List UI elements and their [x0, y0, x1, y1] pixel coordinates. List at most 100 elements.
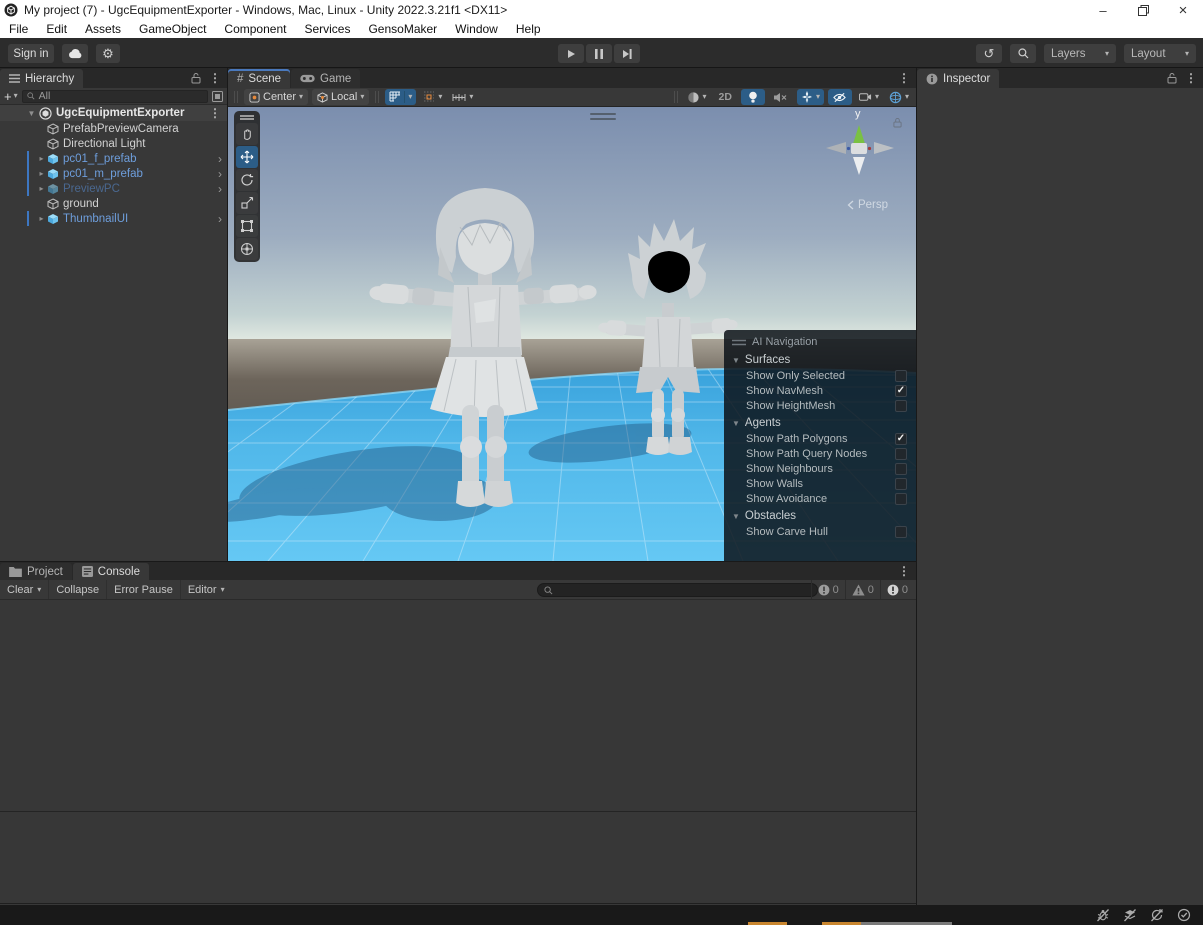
transform-tool[interactable] [236, 238, 258, 260]
kebab-menu-icon[interactable]: ⋮ [898, 71, 910, 85]
checkbox[interactable]: ✓ [895, 433, 907, 445]
nav-option-row[interactable]: Show Only Selected✓ [724, 368, 916, 383]
menu-window[interactable]: Window [446, 20, 507, 38]
kebab-menu-icon[interactable]: ⋮ [1185, 71, 1197, 85]
menu-component[interactable]: Component [215, 20, 295, 38]
foldout-closed-icon[interactable]: ▸ [36, 169, 47, 178]
error-pause-button[interactable]: Error Pause [107, 580, 181, 599]
expand-chevron-icon[interactable]: › [218, 183, 222, 195]
rect-tool[interactable] [236, 215, 258, 237]
tab-project[interactable]: Project [0, 563, 72, 580]
hierarchy-row[interactable]: ▸ pc01_m_prefab › [0, 166, 227, 181]
lock-icon[interactable] [191, 72, 201, 84]
nav-option-row[interactable]: Show HeightMesh✓ [724, 398, 916, 413]
auto-refresh-disabled-icon[interactable] [1148, 907, 1166, 923]
shading-mode-dropdown[interactable]: ▾ [684, 89, 710, 105]
error-counter[interactable]: 0 [880, 580, 914, 599]
kebab-menu-icon[interactable]: ⋮ [209, 106, 221, 120]
foldout-closed-icon[interactable]: ▸ [36, 184, 47, 193]
gizmo-lock-icon[interactable] [893, 117, 902, 128]
services-settings-button[interactable]: ⚙ [96, 44, 120, 63]
foldout-closed-icon[interactable]: ▸ [36, 154, 47, 163]
hierarchy-row[interactable]: ▸ PrefabPreviewCamera › [0, 121, 227, 136]
rotate-tool[interactable] [236, 169, 258, 191]
layout-dropdown[interactable]: Layout▾ [1124, 44, 1196, 63]
cache-server-disabled-icon[interactable] [1121, 907, 1139, 923]
checkbox[interactable]: ✓ [895, 493, 907, 505]
nav-option-row[interactable]: Show Path Polygons✓ [724, 431, 916, 446]
move-tool[interactable] [236, 146, 258, 168]
audio-toggle[interactable] [769, 89, 793, 105]
menu-edit[interactable]: Edit [37, 20, 76, 38]
camera-overlay-dropdown[interactable]: ▾ [856, 89, 882, 105]
editor-dropdown[interactable]: Editor ▾ [181, 580, 232, 599]
projection-mode-label[interactable]: Persp [847, 199, 888, 211]
lock-icon[interactable] [1167, 72, 1177, 84]
menu-services[interactable]: Services [295, 20, 359, 38]
nav-option-row[interactable]: Show Avoidance✓ [724, 491, 916, 506]
checkbox[interactable]: ✓ [895, 526, 907, 538]
menu-file[interactable]: File [0, 20, 37, 38]
foldout-open-icon[interactable]: ▼ [26, 109, 37, 118]
console-search-input[interactable] [537, 583, 818, 597]
collapse-button[interactable]: Collapse [49, 580, 107, 599]
hierarchy-row[interactable]: ▸ Directional Light › [0, 136, 227, 151]
clear-button[interactable]: Clear ▾ [0, 580, 49, 599]
obstacles-section-header[interactable]: ▼Obstacles [724, 506, 916, 524]
nav-option-row[interactable]: Show Walls✓ [724, 476, 916, 491]
drag-grip[interactable] [674, 91, 678, 103]
debugger-detached-icon[interactable] [1094, 907, 1112, 923]
expand-chevron-icon[interactable]: › [218, 213, 222, 225]
chevron-down-icon[interactable]: ▾ [438, 93, 442, 101]
menu-help[interactable]: Help [507, 20, 550, 38]
hierarchy-row[interactable]: ▸ pc01_f_prefab › [0, 151, 227, 166]
layers-dropdown[interactable]: Layers▾ [1044, 44, 1116, 63]
drag-grip[interactable] [375, 91, 379, 103]
chevron-down-icon[interactable]: ▾ [408, 93, 412, 101]
checkbox[interactable]: ✓ [895, 478, 907, 490]
nav-option-row[interactable]: Show Carve Hull✓ [724, 524, 916, 539]
hierarchy-row[interactable]: ▸ ThumbnailUI › [0, 211, 227, 226]
console-detail-area[interactable] [0, 812, 916, 904]
nav-option-row[interactable]: Show Path Query Nodes✓ [724, 446, 916, 461]
chevron-down-icon[interactable]: ▾ [469, 93, 473, 101]
hierarchy-search-input[interactable]: All [22, 90, 208, 103]
surfaces-section-header[interactable]: ▼Surfaces [724, 350, 916, 368]
checkbox[interactable]: ✓ [895, 463, 907, 475]
tab-scene[interactable]: # Scene [228, 69, 290, 88]
expand-chevron-icon[interactable]: › [218, 153, 222, 165]
overlay-grip[interactable] [240, 115, 254, 120]
tab-console[interactable]: Console [73, 563, 149, 580]
warning-counter[interactable]: 0 [845, 580, 880, 599]
tab-inspector[interactable]: Inspector [917, 69, 999, 88]
checkbox[interactable]: ✓ [895, 400, 907, 412]
pause-button[interactable] [586, 44, 612, 63]
undo-history-button[interactable]: ↺ [976, 44, 1002, 63]
background-tasks-icon[interactable] [1175, 907, 1193, 923]
step-button[interactable] [614, 44, 640, 63]
menu-gameobject[interactable]: GameObject [130, 20, 215, 38]
search-button[interactable] [1010, 44, 1036, 63]
drag-grip[interactable] [234, 91, 238, 103]
scene-row[interactable]: ▼ UgcEquipmentExporter ⋮ [0, 105, 227, 121]
scene-viewport[interactable]: y Persp AI Navigation ▼Surfaces Show Onl… [228, 107, 916, 561]
scene-orientation-gizmo[interactable]: y [814, 111, 906, 191]
chevron-down-icon[interactable]: ▾ [37, 586, 41, 594]
scene-visibility-toggle[interactable] [828, 89, 852, 105]
tab-hierarchy[interactable]: Hierarchy [0, 69, 83, 88]
nav-option-row[interactable]: Show Neighbours✓ [724, 461, 916, 476]
tab-game[interactable]: Game [291, 69, 360, 88]
search-window-icon[interactable] [212, 91, 223, 102]
orientation-dropdown[interactable]: Local ▾ [312, 89, 369, 105]
effects-dropdown[interactable]: ▾ [797, 89, 824, 105]
pivot-mode-dropdown[interactable]: Center ▾ [244, 89, 308, 105]
scale-tool[interactable] [236, 192, 258, 214]
menu-gensomaker[interactable]: GensoMaker [359, 20, 446, 38]
play-button[interactable] [558, 44, 584, 63]
cloud-button[interactable] [62, 44, 88, 63]
foldout-closed-icon[interactable]: ▸ [36, 214, 47, 223]
view-hand-tool[interactable] [236, 123, 258, 145]
checkbox[interactable]: ✓ [895, 370, 907, 382]
gizmos-dropdown[interactable]: ▾ [886, 89, 912, 105]
orientation-overlay-grip[interactable] [590, 113, 616, 123]
